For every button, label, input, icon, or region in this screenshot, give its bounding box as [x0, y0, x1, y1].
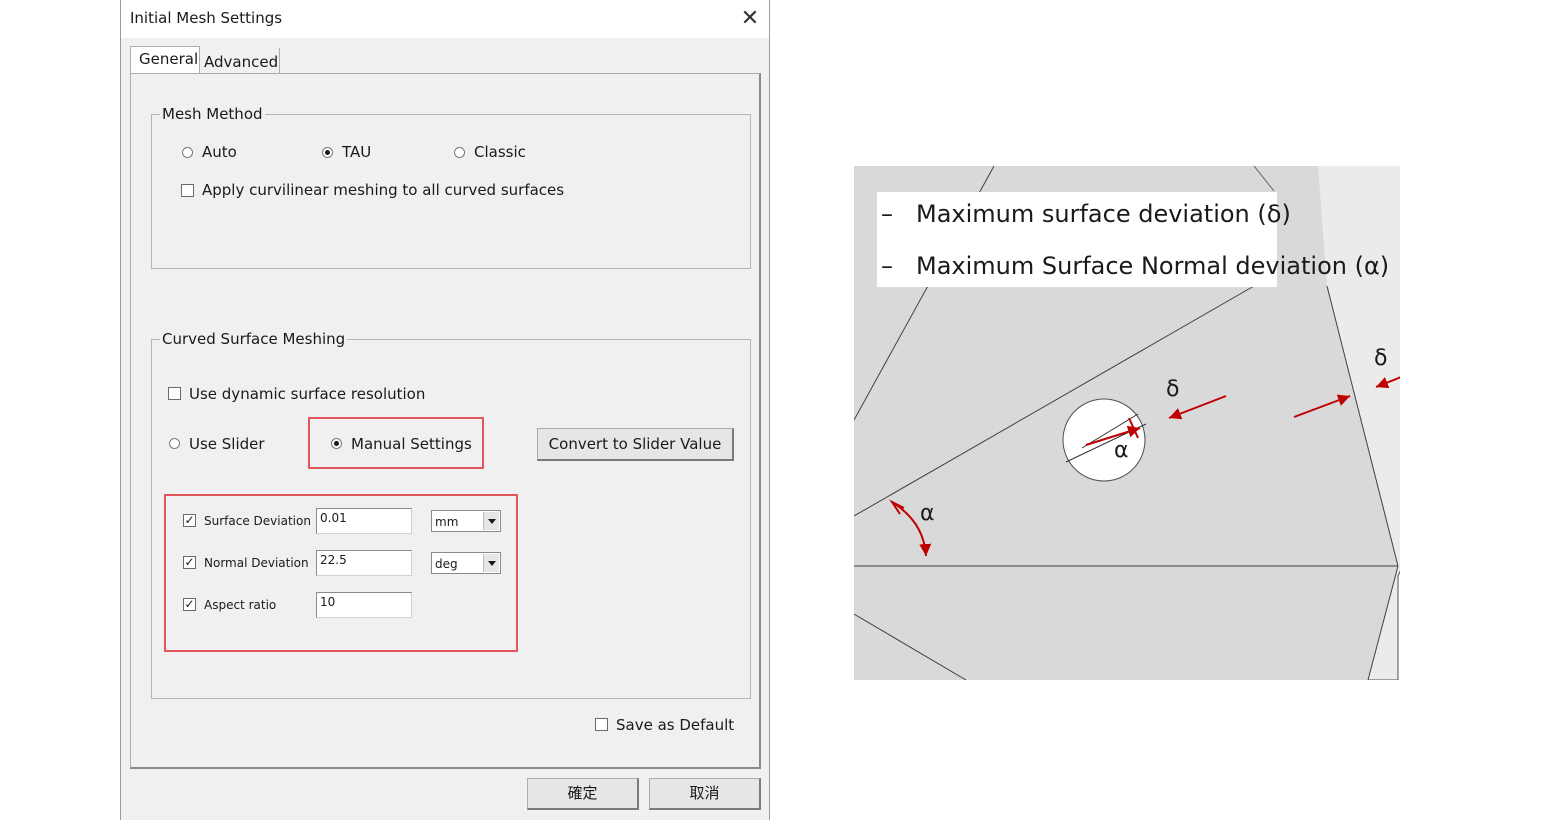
curved-surface-label: Curved Surface Meshing	[160, 330, 348, 348]
use-slider-radio[interactable]	[169, 438, 180, 449]
surface-deviation-checkbox[interactable]: ✓	[183, 514, 196, 527]
use-slider-label: Use Slider	[189, 435, 265, 453]
cancel-button[interactable]: 取消	[649, 778, 761, 810]
aspect-ratio-checkbox[interactable]: ✓	[183, 598, 196, 611]
surface-deviation-unit: mm	[435, 515, 459, 529]
tab-advanced[interactable]: Advanced	[200, 48, 280, 74]
general-tab-panel: Mesh Method Auto TAU Classic Apply curvi…	[130, 73, 761, 769]
auto-label: Auto	[202, 143, 237, 161]
normal-deviation-label: Normal Deviation	[204, 556, 309, 570]
title-bar: Initial Mesh Settings ✕	[121, 0, 769, 38]
mesh-method-label: Mesh Method	[160, 105, 265, 123]
aspect-ratio-label: Aspect ratio	[204, 598, 277, 612]
dynamic-resolution-label: Use dynamic surface resolution	[189, 385, 426, 403]
surface-deviation-unit-select[interactable]: mm	[431, 510, 501, 532]
auto-radio[interactable]	[182, 147, 193, 158]
normal-deviation-checkbox[interactable]: ✓	[183, 556, 196, 569]
manual-settings-radio[interactable]	[331, 438, 342, 449]
dialog-title: Initial Mesh Settings	[130, 9, 283, 27]
save-default-checkbox[interactable]	[595, 718, 608, 731]
chevron-down-icon[interactable]	[483, 554, 499, 572]
classic-radio[interactable]	[454, 147, 465, 158]
aspect-ratio-input[interactable]: 10	[316, 592, 412, 618]
legend-dash: –	[881, 200, 893, 228]
tab-general[interactable]: General	[130, 46, 200, 74]
legend-surface-deviation: Maximum surface deviation (δ)	[916, 200, 1291, 228]
legend-dash: –	[881, 252, 893, 280]
normal-deviation-input[interactable]: 22.5	[316, 550, 412, 576]
surface-deviation-label: Surface Deviation	[204, 514, 311, 528]
normal-deviation-unit-select[interactable]: deg	[431, 552, 501, 574]
normal-deviation-unit: deg	[435, 557, 458, 571]
chevron-down-icon[interactable]	[483, 512, 499, 530]
delta-label-inner: δ	[1166, 377, 1180, 402]
tau-radio[interactable]	[322, 147, 333, 158]
classic-label: Classic	[474, 143, 526, 161]
legend-normal-deviation: Maximum Surface Normal deviation (α)	[916, 252, 1390, 280]
tau-label: TAU	[342, 143, 372, 161]
curvilinear-checkbox[interactable]	[181, 184, 194, 197]
initial-mesh-settings-dialog: Initial Mesh Settings ✕ General Advanced…	[120, 0, 770, 820]
ok-button[interactable]: 確定	[527, 778, 639, 810]
close-icon[interactable]: ✕	[737, 6, 763, 32]
curvilinear-label: Apply curvilinear meshing to all curved …	[202, 181, 565, 199]
dynamic-resolution-checkbox[interactable]	[168, 387, 181, 400]
manual-settings-label: Manual Settings	[351, 435, 472, 453]
surface-deviation-input[interactable]: 0.01	[316, 508, 412, 534]
save-default-label: Save as Default	[616, 716, 735, 734]
alpha-label-large: α	[920, 501, 935, 526]
legend: – Maximum surface deviation (δ) – Maximu…	[877, 192, 1389, 287]
convert-to-slider-button[interactable]: Convert to Slider Value	[537, 428, 734, 461]
alpha-label-small: α	[1114, 438, 1129, 463]
delta-label-outer: δ	[1374, 346, 1388, 371]
